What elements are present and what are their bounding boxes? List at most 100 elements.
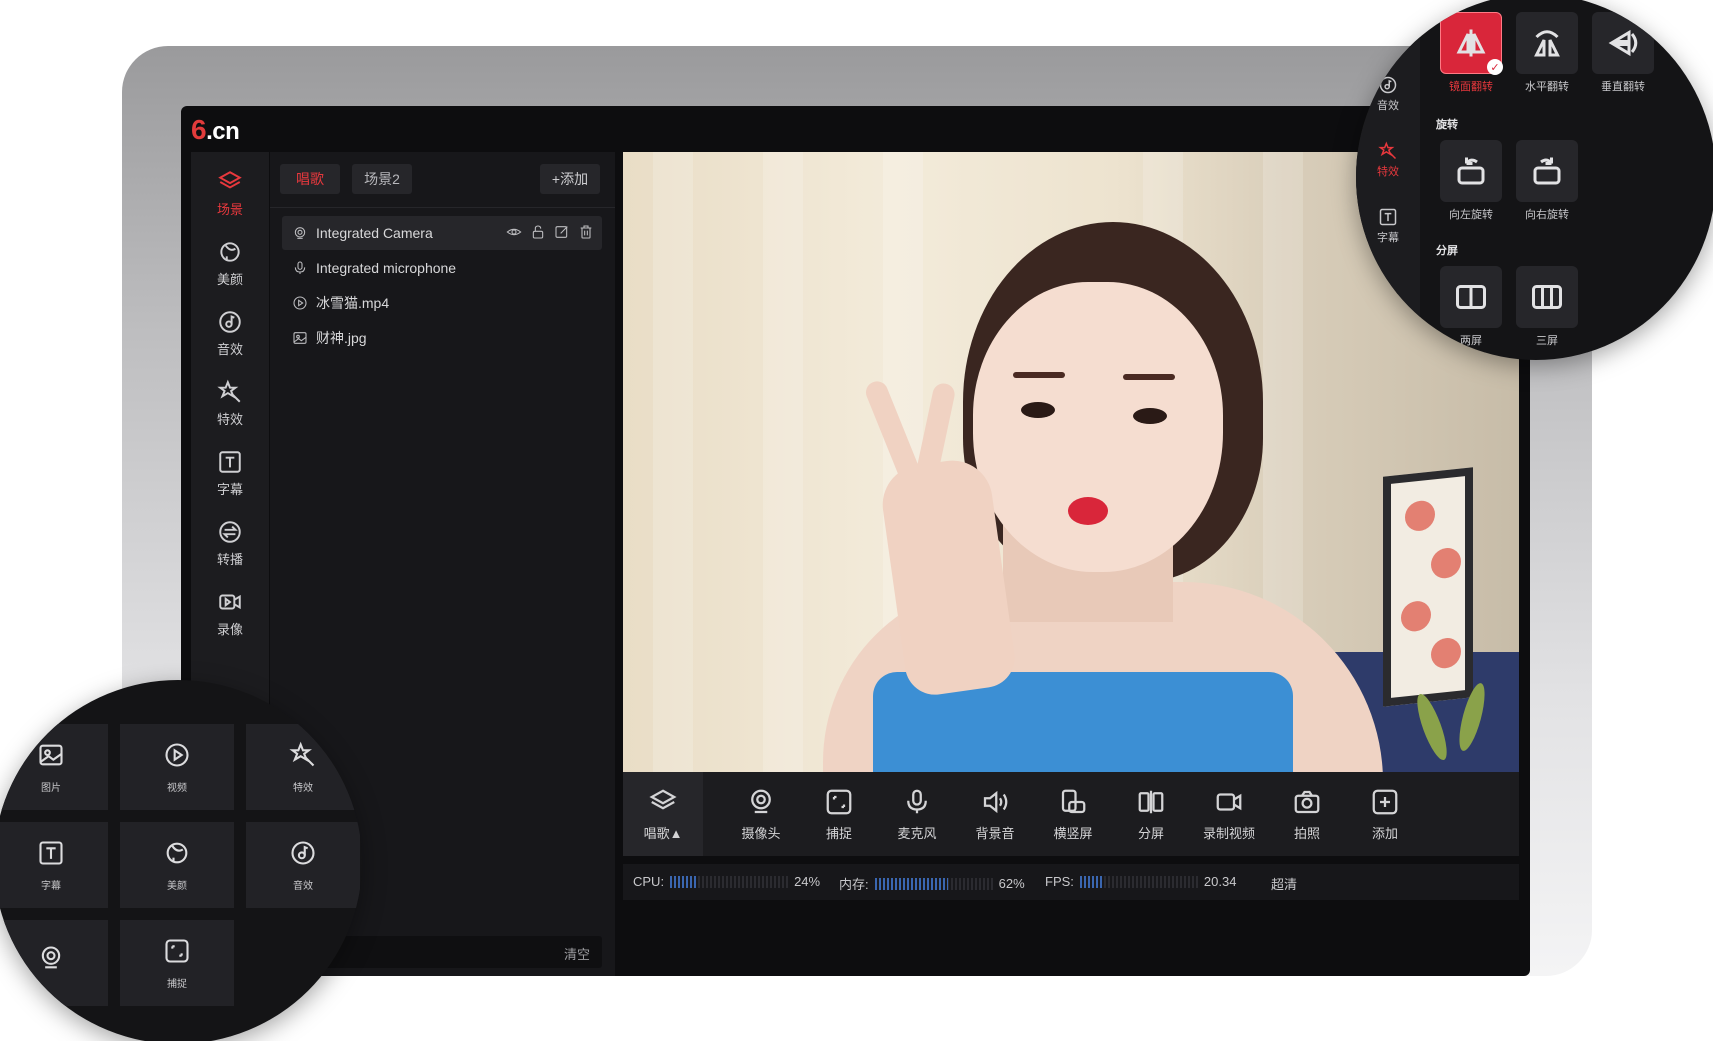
add-subtitle-tile[interactable]: 字幕	[0, 822, 108, 908]
source-actions	[506, 224, 594, 240]
horizontal-flip-button[interactable]	[1516, 12, 1578, 74]
mirror-flip-label: 镜面翻转	[1449, 81, 1493, 93]
nav-item-record[interactable]: 录像	[191, 578, 269, 648]
text-icon	[1379, 208, 1397, 226]
text-icon	[219, 450, 241, 473]
quality-selector[interactable]: 超清	[1271, 874, 1297, 893]
record-video-button[interactable]: 录制视频	[1189, 772, 1269, 856]
capture-icon	[826, 789, 852, 814]
add-capture-tile[interactable]: 捕捉	[120, 920, 234, 1006]
music-icon	[219, 310, 241, 333]
vertical-flip-button[interactable]	[1592, 12, 1654, 74]
source-item-microphone[interactable]: Integrated microphone	[282, 251, 602, 285]
eye-icon[interactable]	[506, 224, 522, 240]
source-item-video[interactable]: 冰雪猫.mp4	[282, 286, 602, 320]
horizontal-flip-label: 水平翻转	[1525, 81, 1569, 93]
two-split-icon	[1456, 285, 1486, 309]
magic-icon	[217, 379, 241, 402]
check-icon: ✓	[1487, 59, 1503, 75]
webcam-icon	[751, 789, 771, 813]
add-source-button[interactable]: 添加	[1345, 772, 1425, 856]
add-camera-tile[interactable]	[0, 920, 108, 1006]
unlock-icon[interactable]	[530, 224, 546, 240]
nav-item-sound[interactable]: 音效	[191, 298, 269, 368]
speaker-icon	[983, 790, 1008, 813]
webcam-icon	[41, 946, 61, 969]
microphone-button[interactable]: 麦克风	[877, 772, 957, 856]
layers-icon	[218, 170, 242, 189]
tab-scene-sing[interactable]: 唱歌	[280, 164, 340, 194]
source-label: 冰雪猫.mp4	[316, 295, 390, 311]
background-audio-button[interactable]: 背景音	[955, 772, 1035, 856]
zoom-effects-panel: 音效 特效 字幕 ✓ 镜面翻转 水平翻转 垂直翻转 旋转 向左旋转 向右旋转 分…	[1356, 0, 1713, 360]
rotate-right-icon	[1533, 157, 1561, 185]
photo-camera-icon	[1294, 790, 1320, 813]
person	[773, 202, 1393, 772]
tab-scene-2[interactable]: 场景2	[352, 164, 412, 194]
trash-icon[interactable]	[578, 224, 594, 240]
zoom-nav-sound[interactable]: 音效	[1356, 64, 1420, 124]
nav-item-beauty[interactable]: 美颜	[191, 228, 269, 298]
memory-meter	[874, 877, 993, 890]
scene-select-button[interactable]: 唱歌▲	[623, 772, 703, 856]
add-beauty-tile[interactable]: 美颜	[120, 822, 234, 908]
add-sound-tile[interactable]: 音效	[246, 822, 360, 908]
video-camera-icon	[1216, 792, 1242, 811]
three-split-icon	[1532, 285, 1562, 309]
mirror-flip-button[interactable]: ✓	[1440, 12, 1503, 75]
two-split-label: 两屏	[1460, 335, 1482, 347]
wall-poster	[1383, 467, 1473, 707]
vertical-flip-icon	[1608, 29, 1638, 57]
add-video-tile[interactable]: 视频	[120, 724, 234, 810]
curtain-fold	[653, 152, 693, 772]
beauty-icon	[166, 842, 188, 863]
clear-button[interactable]: 清空	[564, 944, 590, 963]
bottom-toolbar: 唱歌▲ 摄像头 捕捉 麦克风 背景音 横竖屏 分屏 录制视频 拍照 添加	[623, 772, 1519, 856]
cpu-meter	[670, 875, 789, 888]
three-split-label: 三屏	[1536, 335, 1558, 347]
zoom-nav-effects[interactable]: 特效	[1356, 130, 1420, 190]
add-icon	[1372, 789, 1398, 814]
image-icon	[293, 332, 307, 344]
add-image-tile[interactable]: 图片	[0, 724, 108, 810]
add-scene-button[interactable]: +添加	[540, 164, 600, 194]
split-screen-button[interactable]: 分屏	[1111, 772, 1191, 856]
relay-icon	[219, 520, 241, 543]
orientation-button[interactable]: 横竖屏	[1033, 772, 1113, 856]
play-icon	[165, 742, 189, 767]
zoom-nav-subtitle[interactable]: 字幕	[1356, 196, 1420, 256]
zoom-add-source-panel: 图片 视频 特效 字幕 美颜 音效 捕捉	[0, 680, 362, 1041]
app-window: 6.cn 场景 美颜 音效 特效 字幕 转播 录像 唱歌 场景2 +添加 Int…	[181, 106, 1530, 976]
horizontal-flip-icon	[1534, 30, 1560, 57]
nav-item-relay[interactable]: 转播	[191, 508, 269, 578]
capture-icon	[165, 938, 189, 963]
nav-item-effects[interactable]: 特效	[191, 368, 269, 438]
scene-tabs: 唱歌 场景2 +添加	[270, 152, 615, 208]
vertical-flip-label: 垂直翻转	[1601, 81, 1645, 93]
nav-item-scene[interactable]: 场景	[191, 158, 269, 228]
zoom-side-nav: 音效 特效 字幕	[1356, 0, 1420, 360]
magic-icon	[289, 741, 315, 766]
source-label: 财神.jpg	[316, 330, 367, 346]
record-icon	[219, 594, 241, 609]
source-item-camera[interactable]: Integrated Camera	[282, 216, 602, 250]
split-section-title: 分屏	[1436, 245, 1458, 257]
app-logo: 6.cn	[191, 114, 240, 145]
fps-stat: FPS: 20.34	[1045, 874, 1237, 889]
three-split-button[interactable]	[1516, 266, 1578, 328]
edit-icon[interactable]	[554, 224, 570, 240]
layers-icon	[649, 788, 677, 810]
webcam-button[interactable]: 摄像头	[721, 772, 801, 856]
source-item-image[interactable]: 财神.jpg	[282, 321, 602, 355]
rotate-right-label: 向右旋转	[1525, 209, 1569, 221]
add-effect-tile[interactable]: 特效	[246, 724, 360, 810]
photo-button[interactable]: 拍照	[1267, 772, 1347, 856]
capture-button[interactable]: 捕捉	[799, 772, 879, 856]
cpu-stat: CPU: 24%	[633, 874, 821, 889]
nav-item-subtitle[interactable]: 字幕	[191, 438, 269, 508]
rotate-left-button[interactable]	[1440, 140, 1502, 202]
magic-icon	[1378, 141, 1397, 160]
microphone-icon	[907, 789, 927, 813]
two-split-button[interactable]	[1440, 266, 1502, 328]
rotate-right-button[interactable]	[1516, 140, 1578, 202]
